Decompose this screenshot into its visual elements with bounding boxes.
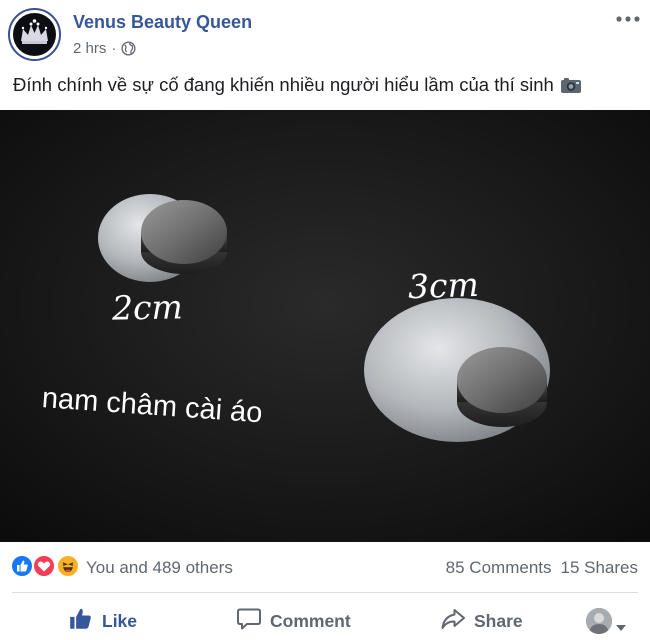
- like-icon: [68, 606, 94, 637]
- post-message-text: Đính chính về sự cố đang khiến nhiều ngư…: [13, 74, 554, 95]
- like-button[interactable]: Like: [68, 604, 137, 638]
- photo-label-2cm: 2cm: [111, 287, 184, 328]
- comment-label: Comment: [270, 610, 351, 631]
- camera-icon: [560, 76, 582, 94]
- share-button[interactable]: Share: [440, 604, 523, 638]
- comments-count[interactable]: 85 Comments: [446, 558, 552, 578]
- shares-count[interactable]: 15 Shares: [561, 558, 639, 578]
- more-options-icon[interactable]: [614, 12, 642, 26]
- page-avatar[interactable]: [8, 8, 61, 61]
- photo-label-3cm: 3cm: [407, 264, 480, 307]
- like-label: Like: [102, 610, 138, 631]
- reaction-as-selector[interactable]: [586, 608, 626, 634]
- comment-icon: [236, 607, 262, 636]
- comment-button[interactable]: Comment: [236, 604, 351, 638]
- reaction-summary[interactable]: You and 489 others: [86, 558, 233, 578]
- post-header: Venus Beauty Queen 2 hrs ·: [0, 0, 650, 70]
- globe-icon[interactable]: [121, 41, 136, 56]
- meta-separator: ·: [111, 40, 117, 57]
- crown-logo: [13, 13, 56, 56]
- small-magnet: [141, 200, 227, 274]
- engagement-counts: 85 Comments 15 Shares: [446, 558, 638, 578]
- post-meta: 2 hrs ·: [73, 40, 136, 57]
- reaction-icons[interactable]: [10, 554, 84, 580]
- action-bar: Like Comment Share: [0, 600, 650, 640]
- share-icon: [440, 607, 466, 636]
- post-message: Đính chính về sự cố đang khiến nhiều ngư…: [13, 74, 582, 96]
- reactions-bar: You and 489 others 85 Comments 15 Shares: [0, 552, 650, 584]
- like-reaction-icon[interactable]: [10, 554, 34, 578]
- large-magnet: [457, 347, 547, 427]
- post-photo[interactable]: 2cm 3cm nam châm cài áo: [0, 110, 650, 542]
- share-label: Share: [474, 610, 523, 631]
- love-reaction-icon[interactable]: [32, 554, 56, 578]
- chevron-down-icon: [616, 618, 626, 631]
- post-time[interactable]: 2 hrs: [73, 40, 106, 57]
- page-name-link[interactable]: Venus Beauty Queen: [73, 12, 252, 33]
- divider: [12, 592, 638, 593]
- user-avatar: [586, 608, 612, 634]
- haha-reaction-icon[interactable]: [56, 554, 80, 578]
